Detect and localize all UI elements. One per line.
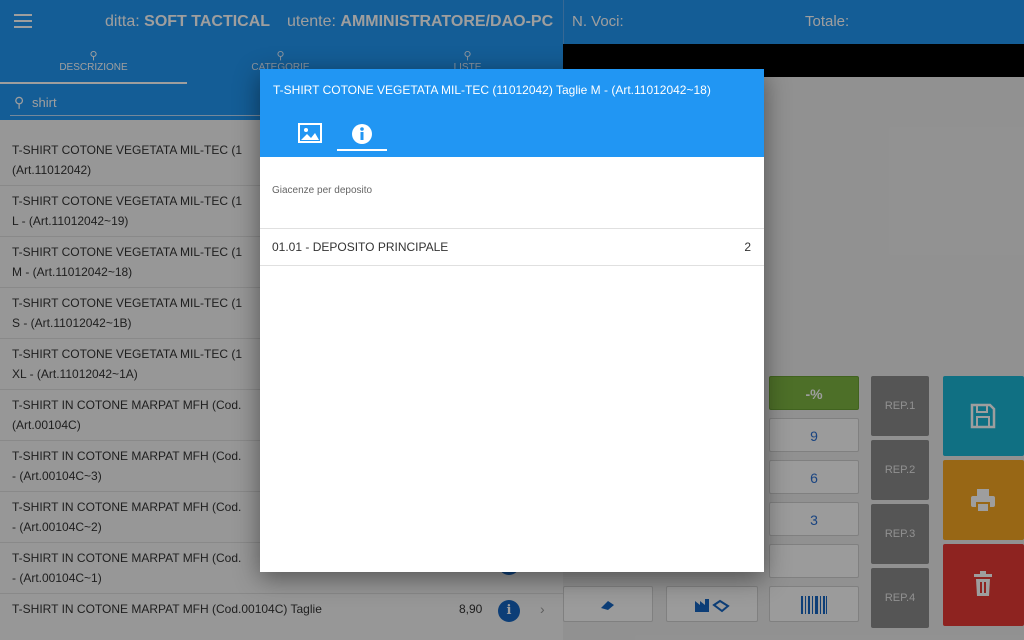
image-icon bbox=[298, 123, 322, 143]
divider bbox=[260, 265, 764, 266]
warehouse-name: 01.01 - DEPOSITO PRINCIPALE bbox=[272, 240, 449, 254]
tab-info[interactable] bbox=[337, 119, 387, 151]
info-icon bbox=[352, 124, 372, 144]
dialog-header: T-SHIRT COTONE VEGETATA MIL-TEC (1101204… bbox=[260, 69, 764, 157]
pos-screen: ditta: SOFT TACTICAL utente: AMMINISTRAT… bbox=[0, 0, 1024, 640]
product-info-dialog: T-SHIRT COTONE VEGETATA MIL-TEC (1101204… bbox=[260, 69, 764, 572]
warehouse-quantity: 2 bbox=[744, 240, 751, 254]
section-label: Giacenze per deposito bbox=[272, 185, 373, 196]
dialog-title: T-SHIRT COTONE VEGETATA MIL-TEC (1101204… bbox=[273, 83, 711, 97]
tab-image[interactable] bbox=[285, 119, 335, 151]
divider bbox=[260, 228, 764, 229]
